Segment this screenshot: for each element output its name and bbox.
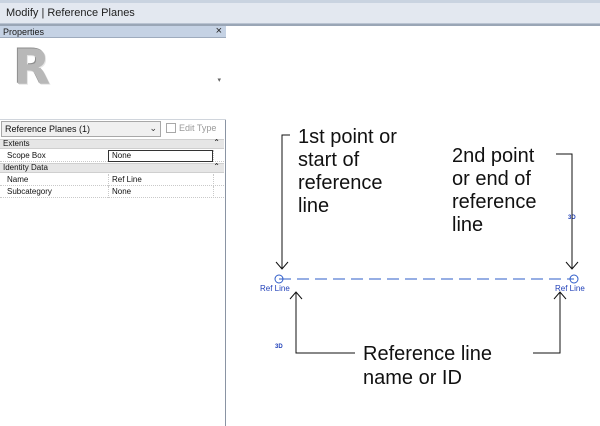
close-icon[interactable]: ×	[216, 25, 222, 37]
chevron-down-icon[interactable]: ▾	[217, 76, 221, 84]
name-field[interactable]: Ref Line	[108, 174, 213, 186]
annotation-right-line-1: 2nd point	[452, 145, 535, 167]
collapse-icon[interactable]: ⌃	[213, 162, 220, 172]
annotation-left-line-2: start of	[298, 149, 360, 171]
cell-spacer	[213, 150, 224, 162]
annotation-left-line-1: 1st point or	[298, 126, 397, 148]
section-header-extents[interactable]: Extents ⌃	[0, 138, 224, 149]
chevron-down-icon: ⌄	[149, 123, 157, 133]
annotation-right-line-2: or end of	[452, 168, 531, 190]
left-end-label[interactable]: Ref Line	[260, 284, 290, 293]
property-key: Scope Box	[7, 151, 46, 160]
property-row-name: Name Ref Line	[0, 174, 224, 186]
revit-family-icon: R	[13, 40, 51, 96]
property-row-subcategory: Subcategory None	[0, 186, 224, 198]
type-selector-value: Reference Planes (1)	[5, 124, 91, 134]
property-key: Name	[7, 175, 29, 184]
type-selector-row: Reference Planes (1) ⌄ Edit Type	[0, 121, 226, 138]
subcategory-field[interactable]: None	[108, 186, 213, 198]
property-row-scope-box: Scope Box None	[0, 150, 224, 162]
annotation-right-line-3: reference	[452, 191, 537, 213]
type-preview: R ▾	[0, 38, 226, 120]
right-leader	[556, 153, 573, 269]
collapse-icon[interactable]: ⌃	[213, 138, 220, 148]
drawing-canvas[interactable]: Ref Line Ref Line 3D 3D 1st point or sta…	[227, 26, 600, 426]
section-header-identity-data[interactable]: Identity Data ⌃	[0, 162, 224, 173]
edit-type-button[interactable]: Edit Type	[166, 122, 217, 134]
edit-type-icon	[166, 122, 176, 133]
annotation-bottom-line-1: Reference line	[363, 343, 492, 365]
bottom-left-leader	[295, 292, 355, 354]
bottom-right-leader	[533, 292, 561, 354]
section-label: Extents	[3, 139, 30, 148]
context-tab-bar: Modify | Reference Planes	[0, 3, 600, 24]
scope-box-field[interactable]: None	[108, 150, 213, 162]
annotation-bottom-line-2: name or ID	[363, 367, 462, 389]
3d-tag-bottom[interactable]: 3D	[275, 344, 283, 350]
context-tab-title: Modify | Reference Planes	[6, 7, 135, 19]
cell-spacer	[213, 174, 224, 186]
canvas-drawing: Ref Line Ref Line 3D 3D 1st point or sta…	[260, 126, 585, 389]
right-end-label[interactable]: Ref Line	[555, 284, 585, 293]
annotation-left-line-4: line	[298, 195, 329, 217]
property-key: Subcategory	[7, 187, 52, 196]
section-label: Identity Data	[3, 163, 48, 172]
cell-spacer	[213, 186, 224, 198]
annotation-left-line-3: reference	[298, 172, 383, 194]
annotation-right-line-4: line	[452, 214, 483, 236]
properties-palette: Properties × R ▾ Reference Planes (1) ⌄ …	[0, 25, 226, 426]
edit-type-label: Edit Type	[179, 123, 217, 133]
left-leader	[281, 134, 290, 269]
properties-title-bar[interactable]: Properties ×	[0, 25, 226, 38]
properties-title: Properties	[3, 27, 45, 37]
type-selector-dropdown[interactable]: Reference Planes (1) ⌄	[1, 121, 161, 137]
